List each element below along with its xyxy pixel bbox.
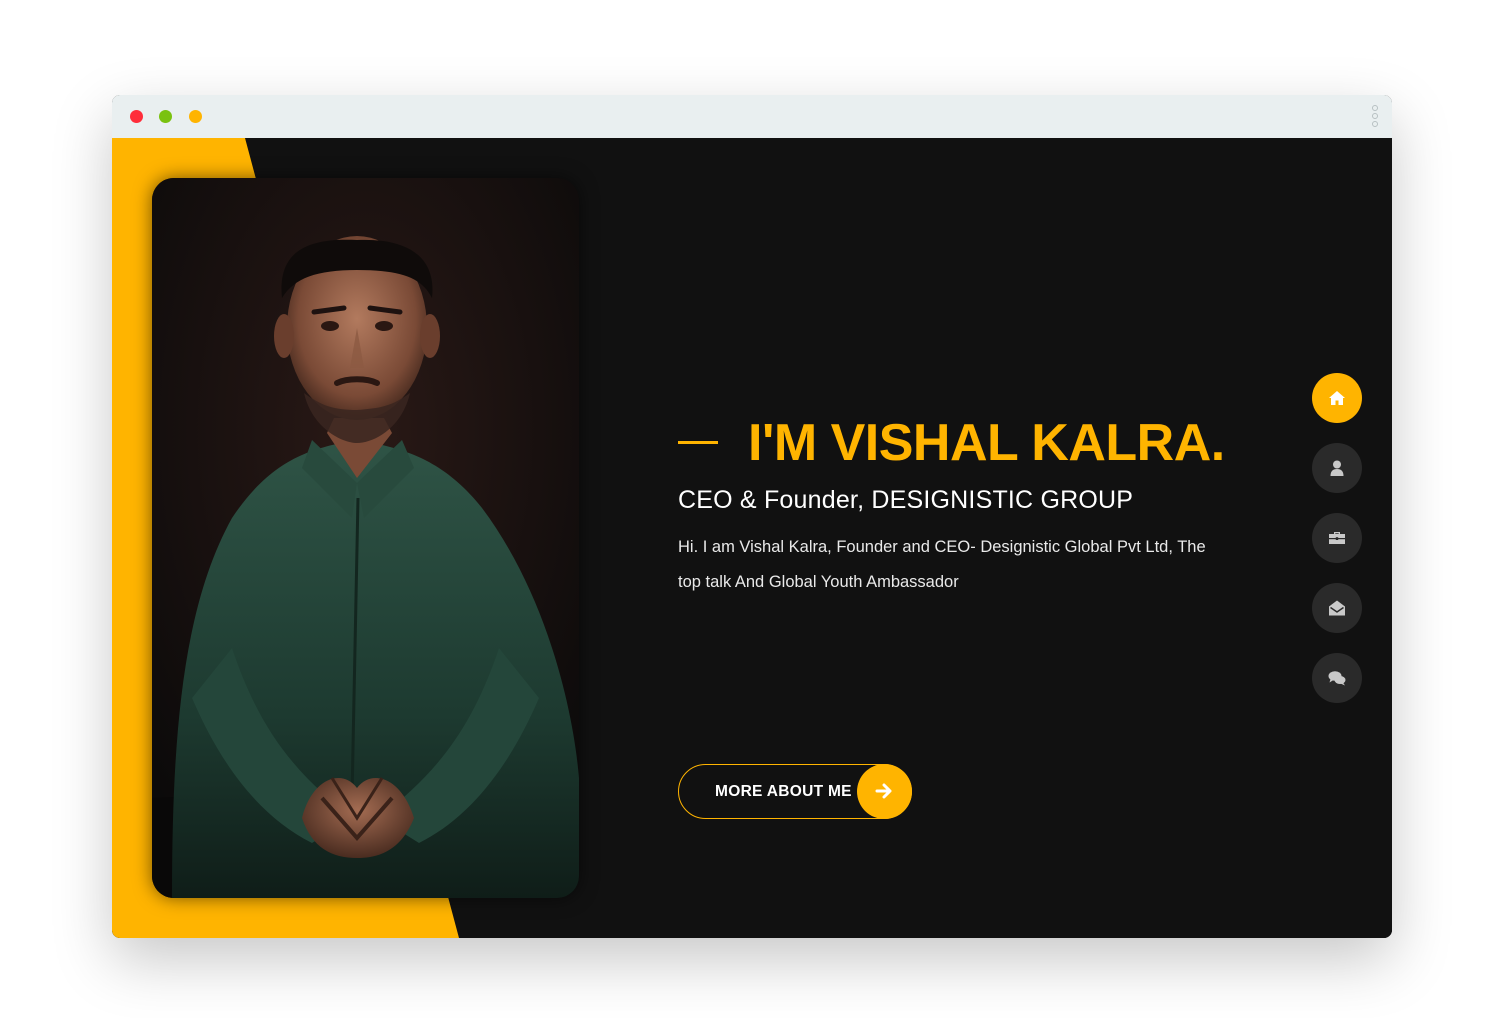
nav-blog-button[interactable] [1312, 653, 1362, 703]
comments-icon [1328, 671, 1346, 686]
user-icon [1330, 460, 1344, 476]
accent-dash [678, 441, 718, 444]
nav-portfolio-button[interactable] [1312, 513, 1362, 563]
hero-section: I'M VISHAL KALRA. CEO & Founder, DESIGNI… [112, 138, 1392, 938]
home-icon [1329, 391, 1345, 405]
hero-text-block: I'M VISHAL KALRA. CEO & Founder, DESIGNI… [678, 408, 1278, 819]
minimize-window-button[interactable] [159, 110, 172, 123]
hero-subtitle: CEO & Founder, DESIGNISTIC GROUP [678, 486, 1134, 514]
envelope-open-icon [1329, 600, 1345, 616]
portrait-illustration [152, 178, 579, 898]
nav-home-button[interactable] [1312, 373, 1362, 423]
greeting-row: I'M VISHAL KALRA. [678, 408, 1278, 478]
briefcase-icon [1329, 532, 1345, 544]
browser-titlebar [112, 95, 1392, 138]
browser-window: I'M VISHAL KALRA. CEO & Founder, DESIGNI… [112, 95, 1392, 938]
more-about-me-button[interactable]: MORE ABOUT ME [678, 764, 912, 819]
arrow-right-icon[interactable] [857, 764, 912, 819]
nav-contact-button[interactable] [1312, 583, 1362, 633]
nav-about-button[interactable] [1312, 443, 1362, 493]
side-navigation [1312, 373, 1362, 723]
hero-name-heading: I'M VISHAL KALRA. [748, 414, 1225, 472]
more-about-me-label: MORE ABOUT ME [715, 783, 852, 800]
close-window-button[interactable] [130, 110, 143, 123]
hero-description: Hi. I am Vishal Kalra, Founder and CEO- … [678, 538, 1206, 591]
profile-photo [152, 178, 579, 898]
maximize-window-button[interactable] [189, 110, 202, 123]
kebab-menu-icon[interactable] [1371, 105, 1379, 129]
